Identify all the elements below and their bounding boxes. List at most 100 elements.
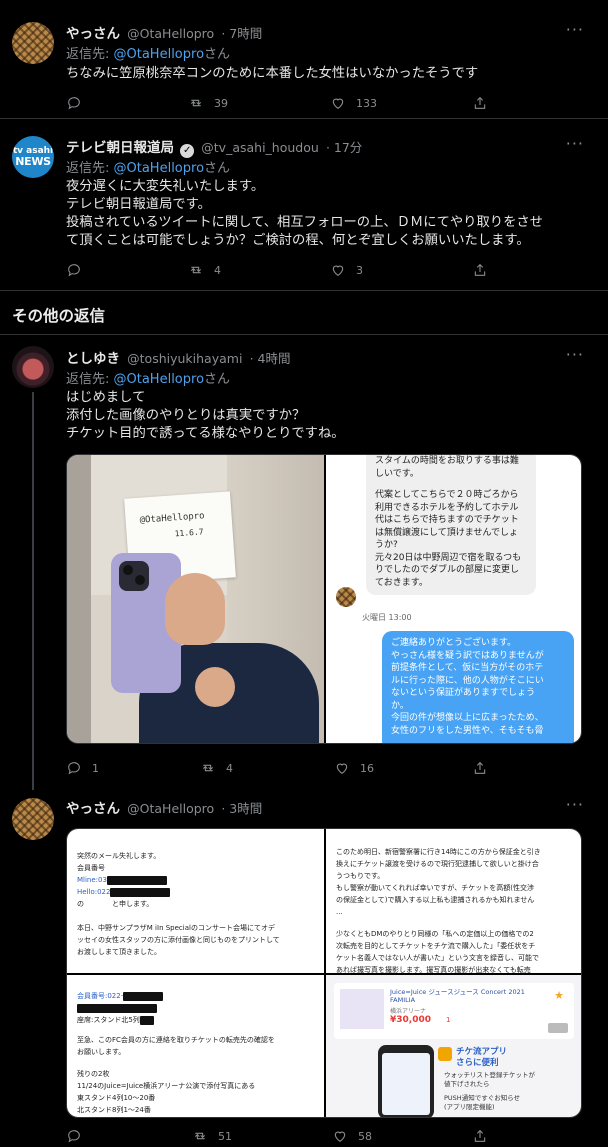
message-line: ご連絡ありがとうございます。: [391, 638, 517, 648]
retweet-button[interactable]: 39: [188, 95, 228, 111]
retweet-button[interactable]: 51: [192, 1128, 232, 1144]
doc-line: 次転売を目的としてチケットをチケ流で購入した」「委任状をチ: [336, 942, 536, 950]
email-screenshot[interactable]: このため明日、新宿警察署に行き14時にこの方から保証金と引き 換えにチケット譲渡…: [326, 829, 581, 973]
media-grid[interactable]: @OtaHellopro 11.6.7 スタイムの時間をお取りする事は難 しいで…: [66, 454, 582, 744]
retweet-button[interactable]: 4: [188, 262, 221, 278]
like-button[interactable]: 133: [330, 95, 377, 111]
message-line: ないという保証がありますでしょう: [391, 688, 536, 698]
like-button[interactable]: 16: [334, 760, 374, 776]
reply-button[interactable]: [66, 262, 82, 278]
reply-button[interactable]: [66, 1128, 82, 1144]
tweet-header: テレビ朝日報道局 ✓ @tv_asahi_houdou · 17分: [66, 136, 362, 158]
reply-icon: [68, 264, 80, 277]
tweet-actions: 1 4 16: [66, 760, 588, 780]
tweet-actions: 4 3: [66, 262, 588, 282]
reply-button[interactable]: 1: [66, 760, 99, 776]
more-options-icon[interactable]: ···: [566, 345, 584, 364]
avatar[interactable]: [12, 798, 54, 840]
tweet[interactable]: としゆき @toshiyukihayami · 4時間 ··· 返信先: @Ot…: [0, 334, 608, 788]
tweet-line: チケット目的で誘ってる様なやりとりですね。: [66, 426, 345, 441]
email-screenshot[interactable]: 会員番号:022- 座席:スタンド北5列 至急、このFC会員の方に連絡を取りチケ…: [67, 975, 324, 1117]
reply-mention-link[interactable]: @OtaHellopro: [114, 161, 205, 176]
email-screenshot[interactable]: 突然のメール失礼します。 会員番号 Mline:03 Hello:022 の と…: [67, 829, 324, 973]
message-line: 代案としてこちらで２０時ごろから: [375, 490, 519, 500]
doc-line: ...: [336, 908, 343, 916]
like-count: 16: [360, 761, 374, 775]
avatar[interactable]: tv asahi NEWS: [12, 136, 54, 178]
user-handle[interactable]: @tv_asahi_houdou: [201, 140, 319, 155]
listing-button[interactable]: [548, 1023, 568, 1033]
message-line: 今回の件が想像以上に広まったため、: [391, 713, 544, 723]
dm-screenshot[interactable]: スタイムの時間をお取りする事は難 しいです。 代案としてこちらで２０時ごろから …: [326, 455, 581, 743]
retweet-button[interactable]: 4: [200, 760, 233, 776]
doc-line: お渡ししまて頂きました。: [77, 948, 161, 956]
star-icon[interactable]: ★: [554, 989, 564, 1002]
listing-venue: 横浜アリーナ: [390, 1008, 427, 1015]
reply-button[interactable]: [66, 95, 82, 111]
share-button[interactable]: [472, 760, 488, 776]
doc-line: ッセイの女性スタッフの方に添付画像と同じものをプリントして: [77, 936, 280, 944]
avatar[interactable]: [12, 22, 54, 64]
display-name[interactable]: テレビ朝日報道局: [66, 140, 174, 156]
more-options-icon[interactable]: ···: [566, 134, 584, 153]
tweet[interactable]: やっさん @OtaHellopro · 3時間 ··· 突然のメール失礼します。…: [0, 788, 608, 1147]
like-count: 133: [356, 96, 377, 110]
note-text: 11.6.7: [174, 527, 204, 539]
more-options-icon[interactable]: ···: [566, 795, 584, 814]
message-line: やっさん様を疑う訳ではありませんが: [391, 650, 544, 661]
reply-mention-link[interactable]: @OtaHellopro: [114, 47, 205, 62]
retweet-count: 4: [214, 263, 221, 277]
doc-line: このため明日、新宿警察署に行き14時にこの方から保証金と引き: [336, 848, 541, 856]
message-line: 元々20日は中野周辺で宿を取るつも: [375, 552, 522, 563]
timestamp[interactable]: · 3時間: [221, 801, 262, 816]
reply-context: 返信先: @OtaHelloproさん: [66, 43, 230, 62]
share-button[interactable]: [472, 1128, 488, 1144]
share-icon: [474, 761, 486, 774]
user-handle[interactable]: @toshiyukihayami: [127, 351, 242, 366]
reply-mention-link[interactable]: @OtaHellopro: [114, 372, 205, 387]
note-text: @OtaHellopro: [139, 511, 205, 526]
timestamp[interactable]: · 4時間: [250, 351, 291, 366]
media-grid[interactable]: 突然のメール失礼します。 会員番号 Mline:03 Hello:022 の と…: [66, 828, 582, 1118]
doc-line: 座席:スタンド北5列: [77, 1016, 140, 1024]
message-line: 代はこちらで持ちますのでチケット: [375, 515, 519, 525]
message-line: しいです。: [375, 468, 419, 479]
section-title: その他の返信: [12, 307, 106, 325]
tweet-line: て頂くことは可能でしょうか？ご検討の程、何とぞ宜しくお願いいたします。: [66, 233, 530, 248]
tweet-header: やっさん @OtaHellopro · 7時間: [66, 22, 262, 42]
tweet-text: 夜分遅くに大変失礼いたします。 テレビ朝日報道局です。 投稿されているツイートに…: [66, 178, 588, 250]
display-name[interactable]: やっさん: [66, 26, 120, 42]
tweet-line: 添付した画像のやりとりは真実ですか？: [66, 408, 306, 423]
share-button[interactable]: [472, 95, 488, 111]
doc-line: 東スタンド4列10〜20番: [77, 1094, 156, 1102]
heart-icon: [334, 1131, 346, 1142]
avatar-logo-text: NEWS: [15, 155, 51, 168]
more-options-icon[interactable]: ···: [566, 20, 584, 39]
user-handle[interactable]: @OtaHellopro: [127, 26, 214, 41]
avatar[interactable]: [12, 346, 54, 388]
retweet-count: 51: [218, 1129, 232, 1143]
tweet[interactable]: tv asahi NEWS テレビ朝日報道局 ✓ @tv_asahi_houdo…: [0, 118, 608, 290]
doc-line: あれば撮写真を撮影します。撮写真の撮影が出来なくても転売: [336, 966, 531, 973]
timestamp[interactable]: · 17分: [326, 140, 362, 155]
display-name[interactable]: やっさん: [66, 801, 120, 817]
timestamp[interactable]: · 7時間: [221, 26, 262, 41]
display-name[interactable]: としゆき: [66, 351, 120, 367]
user-handle[interactable]: @OtaHellopro: [127, 801, 214, 816]
doc-line: 会員番号: [77, 864, 105, 872]
message-line: は無償譲渡にして頂けませんでしょ: [375, 527, 519, 538]
attached-photo[interactable]: @OtaHellopro 11.6.7: [67, 455, 324, 743]
like-button[interactable]: 58: [332, 1128, 372, 1144]
share-button[interactable]: [472, 262, 488, 278]
phone-mockup: [378, 1045, 434, 1117]
redaction: [110, 887, 171, 897]
tweet[interactable]: やっさん @OtaHellopro · 7時間 ··· 返信先: @OtaHel…: [0, 0, 608, 118]
app-screenshot[interactable]: Juice=Juice ジュースジュース Concert 2021 FAMILI…: [326, 975, 581, 1117]
promo-text: ウォッチリスト登録チケットが 値下げされたら PUSH通知ですぐお知らせ (アプ…: [444, 1071, 535, 1112]
message-line: 前提条件として、仮に当方がそのホテ: [391, 663, 544, 673]
like-button[interactable]: 3: [330, 262, 363, 278]
tweet-header: としゆき @toshiyukihayami · 4時間: [66, 347, 290, 367]
retweet-count: 4: [226, 761, 233, 775]
doc-line: 至急、このFC会員の方に連絡を取りチケットの転売先の確認を: [77, 1036, 275, 1044]
retweet-icon: [194, 1132, 206, 1140]
